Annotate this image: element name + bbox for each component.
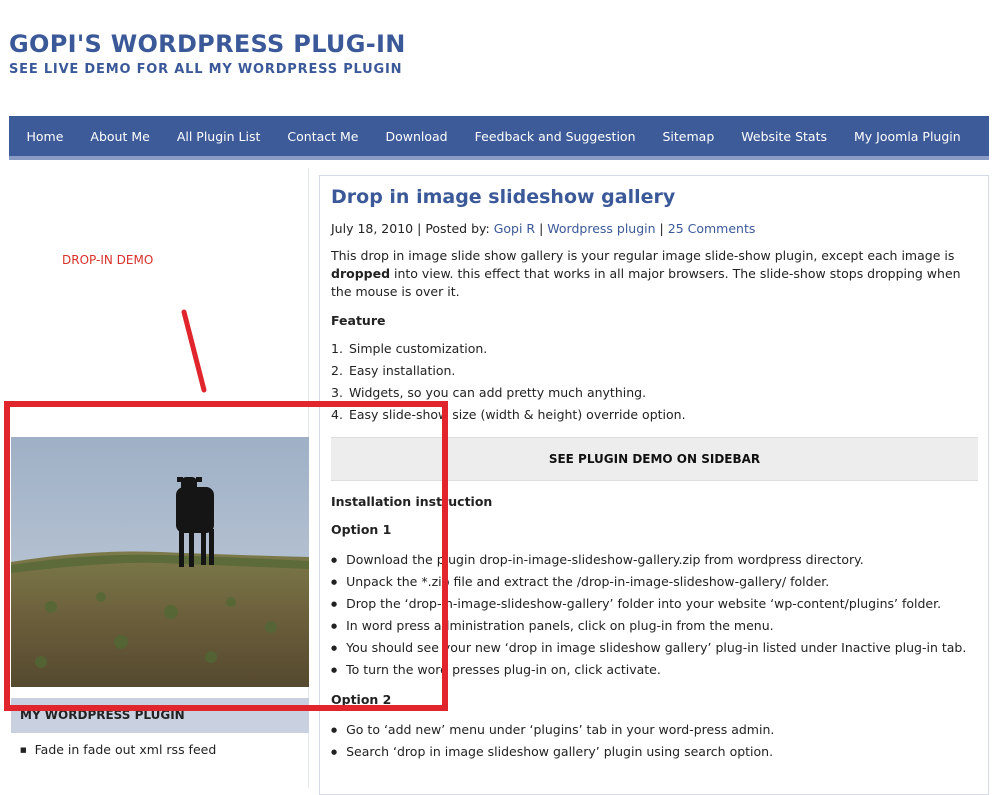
intro-bold: dropped <box>331 266 391 281</box>
post-date: July 18, 2010 <box>331 221 414 236</box>
option1-list: Download the plugin drop-in-image-slides… <box>331 552 966 684</box>
nav-about-me[interactable]: About Me <box>77 129 163 144</box>
cow-on-hill-photo <box>11 437 309 687</box>
comments-link[interactable]: 25 Comments <box>668 221 756 236</box>
option2-item: Search ‘drop in image slideshow gallery’… <box>331 744 774 766</box>
nav-feedback[interactable]: Feedback and Suggestion <box>461 129 649 144</box>
post-container: Drop in image slideshow gallery July 18,… <box>319 175 989 795</box>
feature-heading: Feature <box>331 313 386 328</box>
feature-list: 1. Simple customization. 2. Easy installat… <box>331 341 686 429</box>
option1-item: Drop the ‘drop-in-image-slideshow-galler… <box>331 596 966 618</box>
option2-item: Go to ‘add new’ menu under ‘plugins’ tab… <box>331 722 774 744</box>
nav-sitemap[interactable]: Sitemap <box>649 129 728 144</box>
installation-heading: Installation instruction <box>331 494 493 509</box>
option1-item: Unpack the *.zip file and extract the /d… <box>331 574 966 596</box>
option1-item: Download the plugin drop-in-image-slides… <box>331 552 966 574</box>
widget-plugin-item[interactable]: Fade in fade out xml rss feed <box>20 742 217 757</box>
widget-title: MY WORDPRESS PLUGIN <box>11 698 309 733</box>
nav-all-plugin-list[interactable]: All Plugin List <box>163 129 274 144</box>
post-meta: July 18, 2010 | Posted by: Gopi R | Word… <box>331 221 755 236</box>
option2-list: Go to ‘add new’ menu under ‘plugins’ tab… <box>331 722 774 766</box>
category-link[interactable]: Wordpress plugin <box>547 221 655 236</box>
nav-joomla-plugin[interactable]: My Joomla Plugin <box>841 129 975 144</box>
widget-plugin-list: Fade in fade out xml rss feed <box>11 742 217 757</box>
site-title[interactable]: GOPI'S WORDPRESS PLUG-IN <box>9 30 406 58</box>
author-link[interactable]: Gopi R <box>494 221 535 236</box>
meta-separator: | <box>539 221 544 236</box>
intro-text-cont: into view. this effect that works in all… <box>331 266 961 299</box>
feature-item: 1. Simple customization. <box>331 341 488 356</box>
nav-website-stats[interactable]: Website Stats <box>728 129 841 144</box>
meta-separator: | <box>659 221 664 236</box>
posted-by-label: Posted by: <box>425 221 490 236</box>
option2-heading: Option 2 <box>331 692 392 707</box>
post-title[interactable]: Drop in image slideshow gallery <box>331 186 675 208</box>
nav-underline <box>9 156 989 160</box>
intro-text: This drop in image slide show gallery is… <box>331 248 955 263</box>
post-intro: This drop in image slide show gallery is… <box>331 247 979 301</box>
drop-in-demo-label: DROP-IN DEMO <box>62 253 154 267</box>
option1-item: To turn the word presses plug-in on, cli… <box>331 662 966 684</box>
option1-item: You should see your new ‘drop in image s… <box>331 640 966 662</box>
main-nav: Home About Me All Plugin List Contact Me… <box>9 116 989 156</box>
plugin-demo-banner: SEE PLUGIN DEMO ON SIDEBAR <box>331 437 978 481</box>
site-tagline: SEE LIVE DEMO FOR ALL MY WORDPRESS PLUGI… <box>9 62 403 77</box>
nav-download[interactable]: Download <box>372 129 461 144</box>
nav-contact-me[interactable]: Contact Me <box>274 129 372 144</box>
feature-item: 2. Easy installation. <box>331 363 456 378</box>
option1-item: In word press administration panels, cli… <box>331 618 966 640</box>
feature-item: 3. Widgets, so you can add pretty much an… <box>331 385 647 400</box>
meta-separator: | <box>417 221 422 236</box>
nav-home[interactable]: Home <box>13 129 77 144</box>
slideshow-image[interactable] <box>11 437 309 687</box>
feature-item: 4. Easy slide-show size (width & height) … <box>331 407 686 422</box>
option1-heading: Option 1 <box>331 522 392 537</box>
